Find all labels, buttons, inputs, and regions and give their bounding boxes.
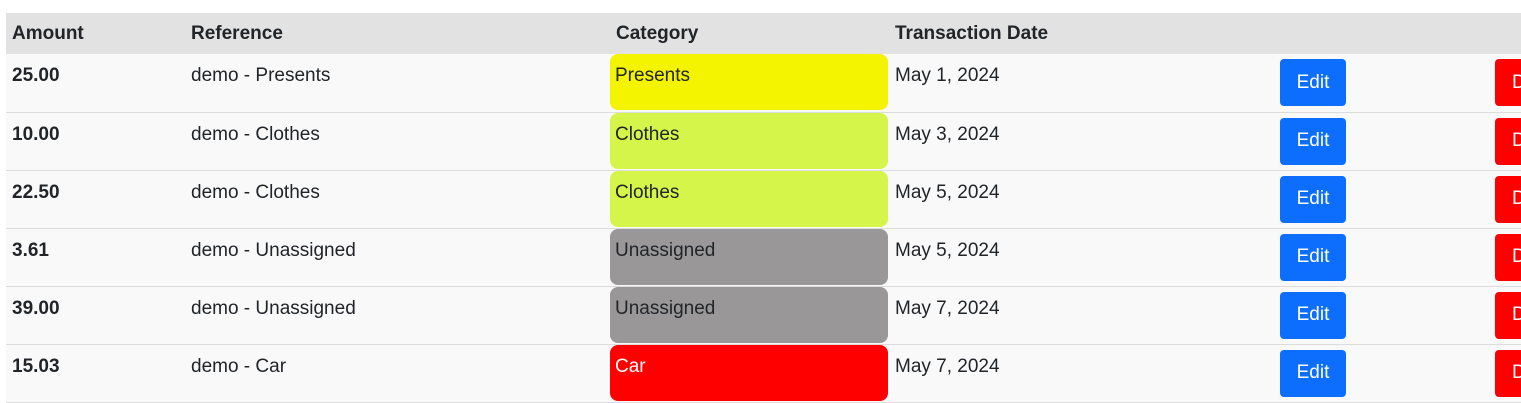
edit-cell: Edit bbox=[1231, 228, 1392, 286]
reference-cell: demo - Unassigned bbox=[191, 239, 356, 261]
date-cell: May 5, 2024 bbox=[895, 181, 1000, 203]
edit-button[interactable]: Edit bbox=[1280, 349, 1346, 397]
column-header-amount: Amount bbox=[12, 22, 84, 44]
transactions-table: Amount Reference Category Transaction Da… bbox=[6, 13, 1521, 403]
edit-button[interactable]: Edit bbox=[1280, 175, 1346, 223]
delete-button[interactable]: Delete bbox=[1495, 175, 1521, 223]
category-cell: Unassigned bbox=[610, 286, 889, 344]
edit-button[interactable]: Edit bbox=[1280, 233, 1346, 281]
delete-cell: Delete bbox=[1392, 228, 1521, 286]
amount-cell: 15.03 bbox=[12, 355, 60, 377]
category-badge: Unassigned bbox=[610, 228, 888, 285]
date-cell: May 3, 2024 bbox=[895, 123, 1000, 145]
delete-cell: Delete bbox=[1392, 170, 1521, 228]
table-row: 25.00 demo - Presents Presents May 1, 20… bbox=[6, 54, 1521, 112]
reference-cell: demo - Clothes bbox=[191, 181, 320, 203]
category-badge: Presents bbox=[610, 54, 888, 110]
edit-cell: Edit bbox=[1231, 344, 1392, 402]
date-cell: May 1, 2024 bbox=[895, 65, 1000, 86]
category-badge: Clothes bbox=[610, 112, 888, 169]
delete-button[interactable]: Delete bbox=[1495, 59, 1521, 106]
reference-cell: demo - Clothes bbox=[191, 123, 320, 145]
column-header-category: Category bbox=[616, 22, 699, 44]
category-cell: Clothes bbox=[610, 112, 889, 170]
amount-cell: 10.00 bbox=[12, 123, 60, 145]
edit-cell: Edit bbox=[1231, 112, 1392, 170]
delete-button[interactable]: Delete bbox=[1495, 349, 1521, 397]
date-cell: May 7, 2024 bbox=[895, 297, 1000, 319]
table-row: 15.03 demo - Car Car May 7, 2024 Edit De… bbox=[6, 344, 1521, 402]
transactions-table-container: Amount Reference Category Transaction Da… bbox=[6, 13, 1521, 403]
reference-cell: demo - Unassigned bbox=[191, 297, 356, 319]
category-cell: Presents bbox=[610, 54, 889, 112]
category-cell: Car bbox=[610, 344, 889, 402]
reference-cell: demo - Car bbox=[191, 355, 287, 377]
date-cell: May 5, 2024 bbox=[895, 239, 1000, 261]
table-row: 39.00 demo - Unassigned Unassigned May 7… bbox=[6, 286, 1521, 344]
column-header-reference: Reference bbox=[191, 22, 283, 44]
edit-button[interactable]: Edit bbox=[1280, 59, 1346, 106]
reference-cell: demo - Presents bbox=[191, 65, 331, 86]
column-header-delete bbox=[1392, 13, 1521, 54]
amount-cell: 3.61 bbox=[12, 239, 49, 261]
delete-button[interactable]: Delete bbox=[1495, 291, 1521, 339]
edit-button[interactable]: Edit bbox=[1280, 291, 1346, 339]
date-cell: May 7, 2024 bbox=[895, 355, 1000, 377]
category-cell: Clothes bbox=[610, 170, 889, 228]
edit-cell: Edit bbox=[1231, 54, 1392, 112]
category-badge: Car bbox=[610, 344, 888, 401]
column-header-transaction-date: Transaction Date bbox=[895, 22, 1049, 44]
table-row: 22.50 demo - Clothes Clothes May 5, 2024… bbox=[6, 170, 1521, 228]
edit-button[interactable]: Edit bbox=[1280, 117, 1346, 165]
amount-cell: 25.00 bbox=[12, 65, 60, 86]
amount-cell: 22.50 bbox=[12, 181, 60, 203]
category-cell: Unassigned bbox=[610, 228, 889, 286]
delete-cell: Delete bbox=[1392, 286, 1521, 344]
category-badge: Clothes bbox=[610, 170, 888, 227]
edit-cell: Edit bbox=[1231, 170, 1392, 228]
edit-cell: Edit bbox=[1231, 286, 1392, 344]
column-header-edit bbox=[1231, 13, 1392, 54]
delete-button[interactable]: Delete bbox=[1495, 117, 1521, 165]
amount-cell: 39.00 bbox=[12, 297, 60, 319]
delete-cell: Delete bbox=[1392, 112, 1521, 170]
table-row: 3.61 demo - Unassigned Unassigned May 5,… bbox=[6, 228, 1521, 286]
table-body: 25.00 demo - Presents Presents May 1, 20… bbox=[6, 54, 1521, 402]
category-badge: Unassigned bbox=[610, 286, 888, 343]
delete-button[interactable]: Delete bbox=[1495, 233, 1521, 281]
table-header-row: Amount Reference Category Transaction Da… bbox=[6, 13, 1521, 54]
delete-cell: Delete bbox=[1392, 54, 1521, 112]
delete-cell: Delete bbox=[1392, 344, 1521, 402]
table-row: 10.00 demo - Clothes Clothes May 3, 2024… bbox=[6, 112, 1521, 170]
